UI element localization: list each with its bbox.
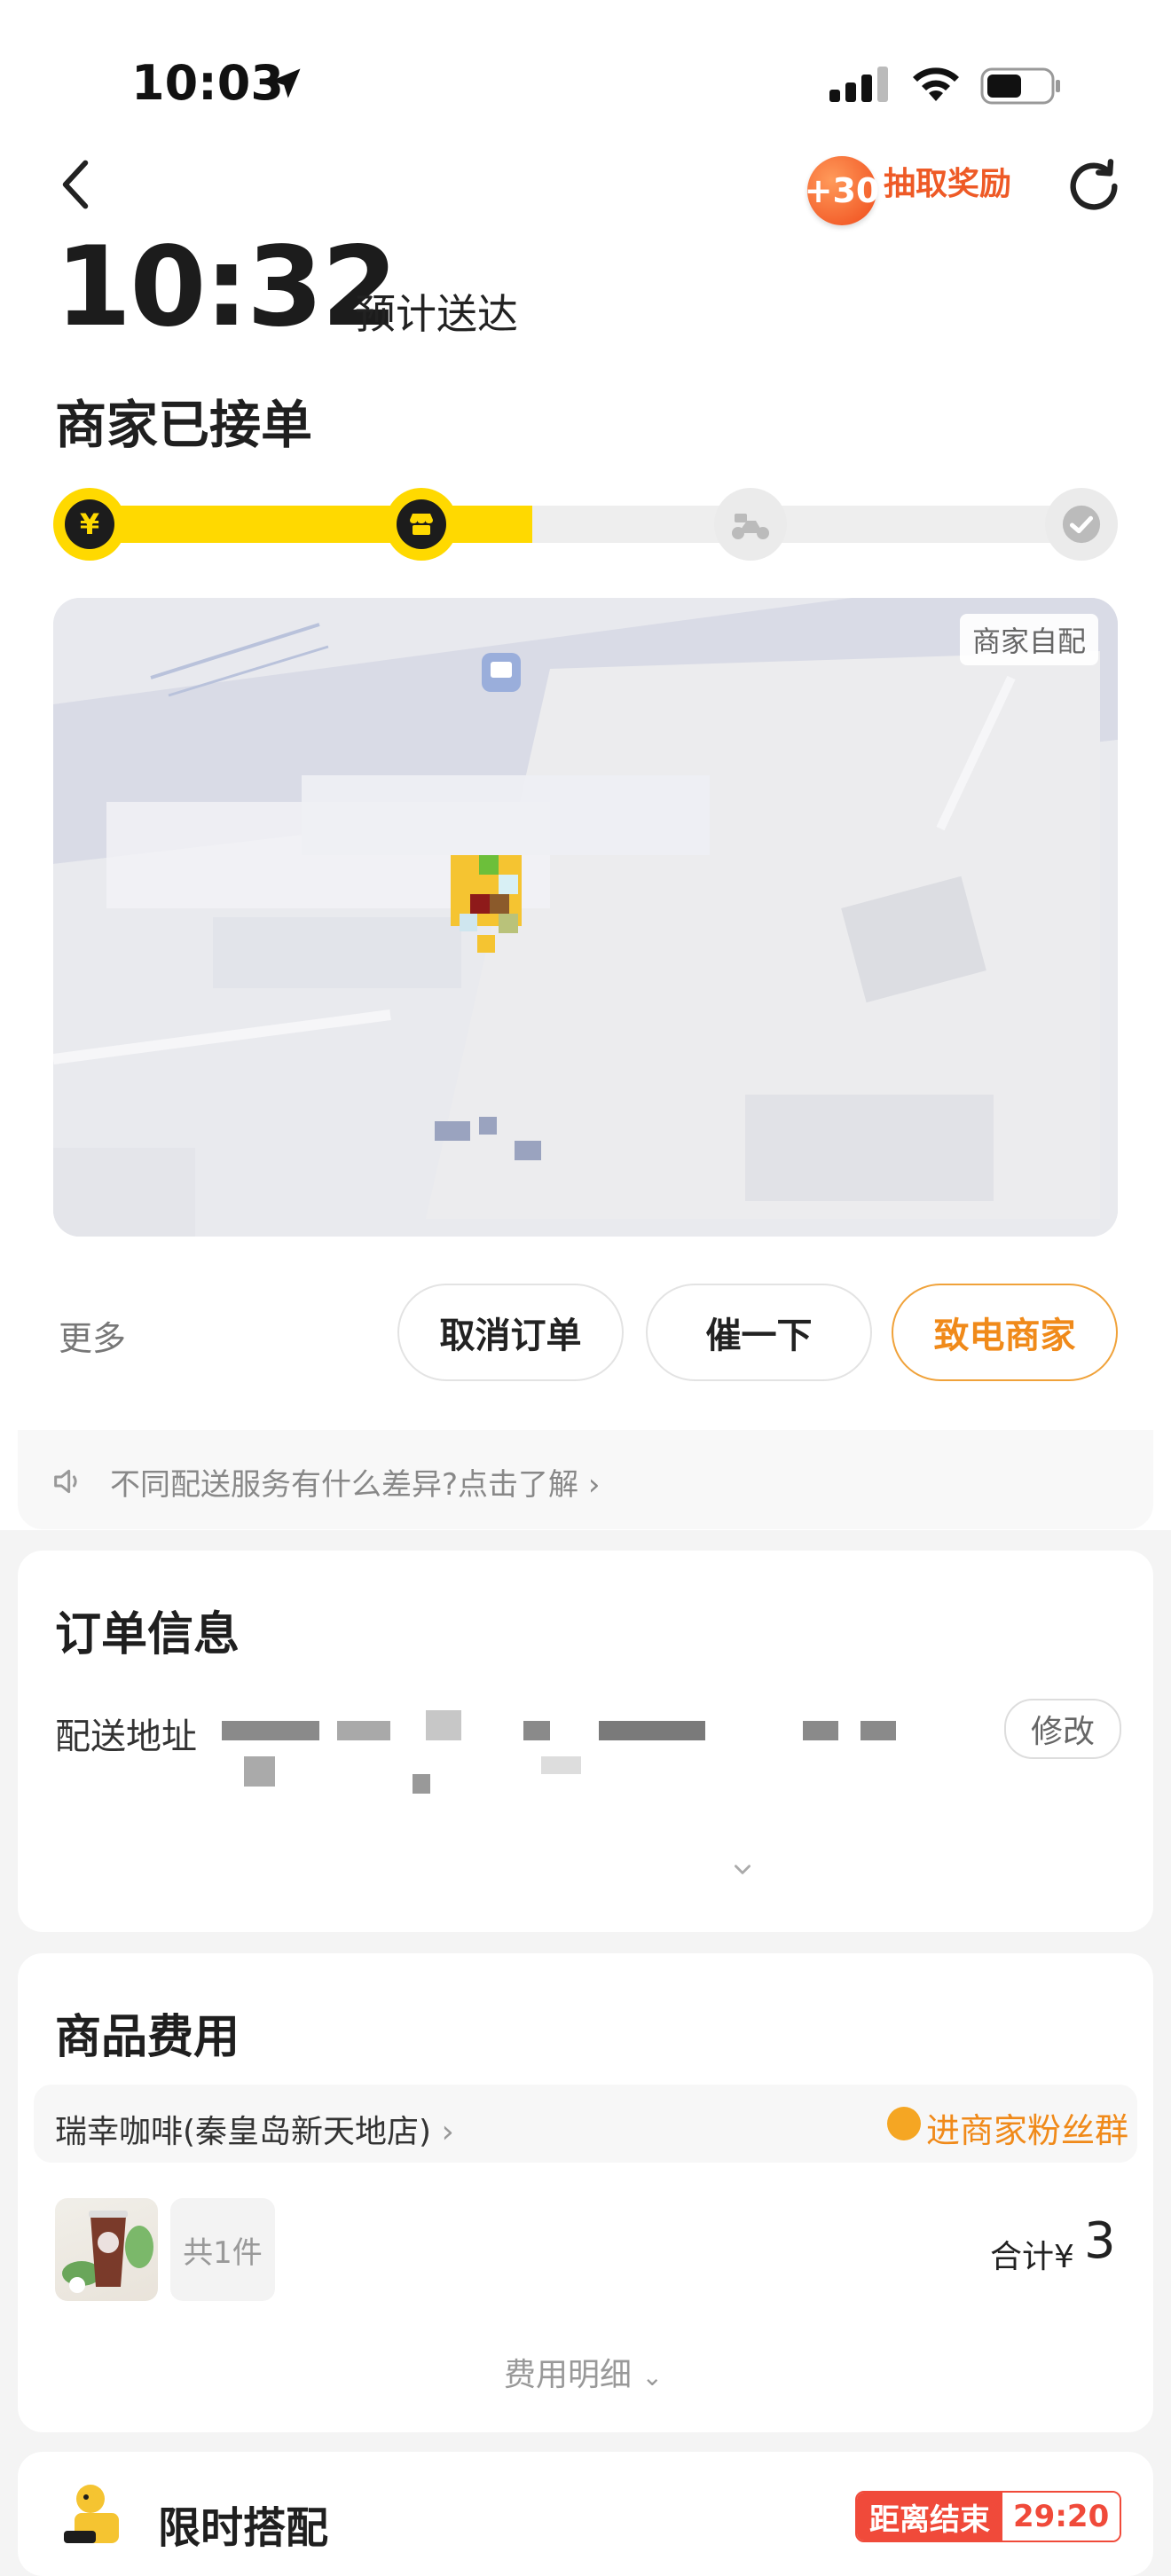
speaker-icon xyxy=(54,1469,77,1494)
yuan-icon: ¥ xyxy=(65,499,114,549)
more-button[interactable]: 更多 xyxy=(59,1311,126,1360)
coffee-cup-image xyxy=(62,2211,153,2293)
order-status-title: 商家已接单 xyxy=(55,395,313,455)
scooter-icon xyxy=(732,514,769,539)
step-delivery xyxy=(714,488,787,561)
step-payment: ¥ xyxy=(53,488,126,561)
order-info-title: 订单信息 xyxy=(55,1608,240,1661)
fee-detail-toggle[interactable]: 费用明细 ⌄ xyxy=(504,2349,663,2395)
back-icon[interactable] xyxy=(55,158,96,211)
chevron-right-icon: › xyxy=(587,1467,601,1503)
location-arrow-icon xyxy=(271,68,301,98)
delivery-map[interactable]: 商家自配 xyxy=(53,598,1118,1237)
map-canvas xyxy=(53,598,1118,1237)
progress-fill xyxy=(55,506,532,543)
chat-bubble-icon xyxy=(887,2107,921,2140)
mascot-icon xyxy=(64,2485,119,2543)
countdown-value: 29:20 xyxy=(1002,2493,1120,2541)
countdown-timer: 距离结束 29:20 xyxy=(855,2491,1122,2542)
countdown-label: 距离结束 xyxy=(857,2493,1002,2541)
modify-address-button[interactable]: 修改 xyxy=(1004,1699,1121,1759)
bus-stop-icon xyxy=(482,653,521,692)
cellular-signal-icon xyxy=(829,67,888,102)
total-amount: 3 xyxy=(1084,2212,1116,2270)
goods-fee-title: 商品费用 xyxy=(55,2011,240,2064)
reward-badge[interactable]: +30 xyxy=(805,156,879,225)
product-thumbnail[interactable] xyxy=(55,2198,158,2301)
reward-button[interactable]: 抽取奖励 xyxy=(884,158,1011,204)
wifi-icon xyxy=(913,67,959,101)
call-merchant-button[interactable]: 致电商家 xyxy=(892,1284,1118,1381)
step-completed xyxy=(1045,488,1118,561)
battery-icon xyxy=(980,67,1060,105)
total-label: 合计¥ xyxy=(990,2239,1074,2275)
chevron-down-icon: ⌄ xyxy=(641,2362,663,2391)
eta-label: 预计送达 xyxy=(355,290,518,338)
limited-offer-title: 限时搭配 xyxy=(158,2503,329,2553)
chevron-right-icon: › xyxy=(441,2114,454,2150)
check-circle-icon xyxy=(1062,505,1101,544)
store-icon xyxy=(397,499,446,549)
eta-time: 10:32 xyxy=(55,224,398,351)
step-merchant-accepted xyxy=(385,488,458,561)
item-count[interactable]: 共1件 xyxy=(170,2198,275,2301)
status-bar-time: 10:03 xyxy=(131,55,284,111)
store-name[interactable]: 瑞幸咖啡(秦皇岛新天地店) › xyxy=(55,2106,454,2152)
urge-order-button[interactable]: 催一下 xyxy=(646,1284,872,1381)
notice-text: 不同配送服务有什么差异?点击了解 › xyxy=(110,1467,601,1503)
cancel-order-button[interactable]: 取消订单 xyxy=(397,1284,624,1381)
fan-group-link[interactable]: 进商家粉丝群 xyxy=(926,2103,1128,2152)
delivery-type-badge: 商家自配 xyxy=(959,614,1098,665)
refresh-icon[interactable] xyxy=(1063,155,1125,217)
chevron-down-icon[interactable] xyxy=(731,1857,754,1881)
address-label: 配送地址 xyxy=(55,1716,197,1757)
